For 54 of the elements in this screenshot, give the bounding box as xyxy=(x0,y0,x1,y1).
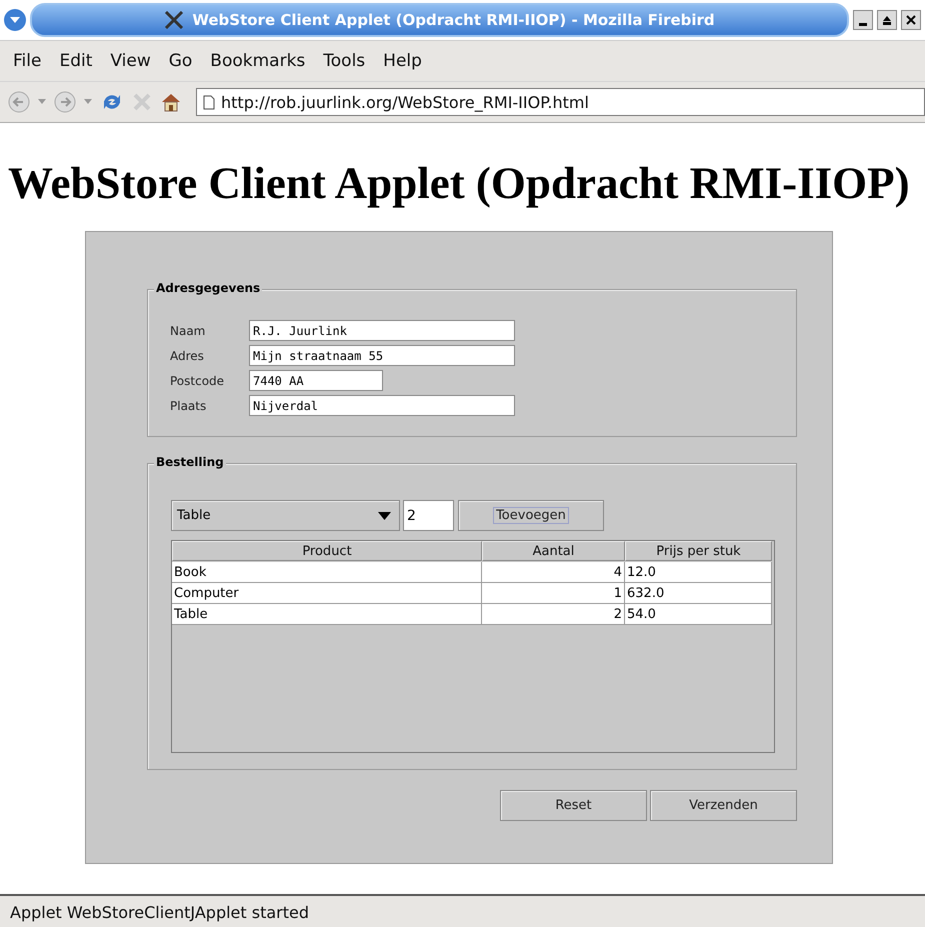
column-header[interactable]: Product xyxy=(172,541,482,561)
table-cell: 54.0 xyxy=(625,604,772,625)
group-legend: Bestelling xyxy=(154,455,226,469)
field-label: Plaats xyxy=(170,398,208,412)
caret-icon[interactable] xyxy=(38,99,46,105)
home-icon[interactable] xyxy=(160,91,182,113)
quantity-field[interactable]: 2 xyxy=(403,500,454,531)
page-icon xyxy=(203,94,215,110)
form-button[interactable]: Reset xyxy=(500,790,647,821)
table-cell: Book xyxy=(172,562,482,583)
caret-icon xyxy=(10,16,20,24)
column-header[interactable]: Aantal xyxy=(482,541,625,561)
close-button[interactable] xyxy=(901,10,921,30)
text-field[interactable]: 7440 AA xyxy=(249,370,383,391)
page-heading: WebStore Client Applet (Opdracht RMI-IIOP) xyxy=(7,157,910,209)
column-header[interactable]: Prijs per stuk xyxy=(625,541,772,561)
menu-item[interactable]: Edit xyxy=(50,51,102,71)
table-cell: Computer xyxy=(172,583,482,604)
table-cell: 4 xyxy=(482,562,625,583)
group-legend: Adresgegevens xyxy=(154,281,262,295)
product-dropdown[interactable]: Table xyxy=(171,500,400,531)
field-label: Adres xyxy=(170,348,205,362)
table-cell: 632.0 xyxy=(625,583,772,604)
table-cell: 2 xyxy=(482,604,625,625)
back-icon[interactable] xyxy=(8,91,30,113)
table-cell: Table xyxy=(172,604,482,625)
form-button[interactable]: Verzenden xyxy=(650,790,797,821)
menu-item[interactable]: Help xyxy=(374,51,431,71)
forward-icon[interactable] xyxy=(54,91,76,113)
maximize-icon xyxy=(882,15,892,25)
table-cell: 1 xyxy=(482,583,625,604)
text-field[interactable]: Mijn straatnaam 55 xyxy=(249,345,515,366)
minimize-icon xyxy=(859,22,867,26)
menu-item[interactable]: View xyxy=(101,51,160,71)
status-text: Applet WebStoreClientJApplet started xyxy=(10,902,310,922)
menu-item[interactable]: Go xyxy=(160,51,202,71)
caret-icon[interactable] xyxy=(84,99,92,105)
menu-item[interactable]: File xyxy=(4,51,50,71)
field-label: Postcode xyxy=(170,374,226,388)
window-title: WebStore Client Applet (Opdracht RMI-IIOP) - Mozilla Firebird xyxy=(192,11,715,29)
window-menu-button[interactable] xyxy=(4,9,26,31)
x-logo-icon xyxy=(164,11,184,29)
menu-item[interactable]: Tools xyxy=(314,51,374,71)
address-field[interactable]: http://rob.juurlink.org/WebStore_RMI-IIOP.html xyxy=(196,88,925,116)
text-field[interactable]: Nijverdal xyxy=(249,395,515,416)
add-button[interactable]: Toevoegen xyxy=(458,500,604,531)
maximize-button[interactable] xyxy=(877,10,897,30)
caret-icon xyxy=(378,512,391,520)
text-field[interactable]: R.J. Juurlink xyxy=(249,320,515,341)
table-cell: 12.0 xyxy=(625,562,772,583)
close-icon xyxy=(906,15,916,25)
menu-item[interactable]: Bookmarks xyxy=(201,51,314,71)
minimize-button[interactable] xyxy=(853,10,873,30)
field-label: Naam xyxy=(170,324,206,338)
